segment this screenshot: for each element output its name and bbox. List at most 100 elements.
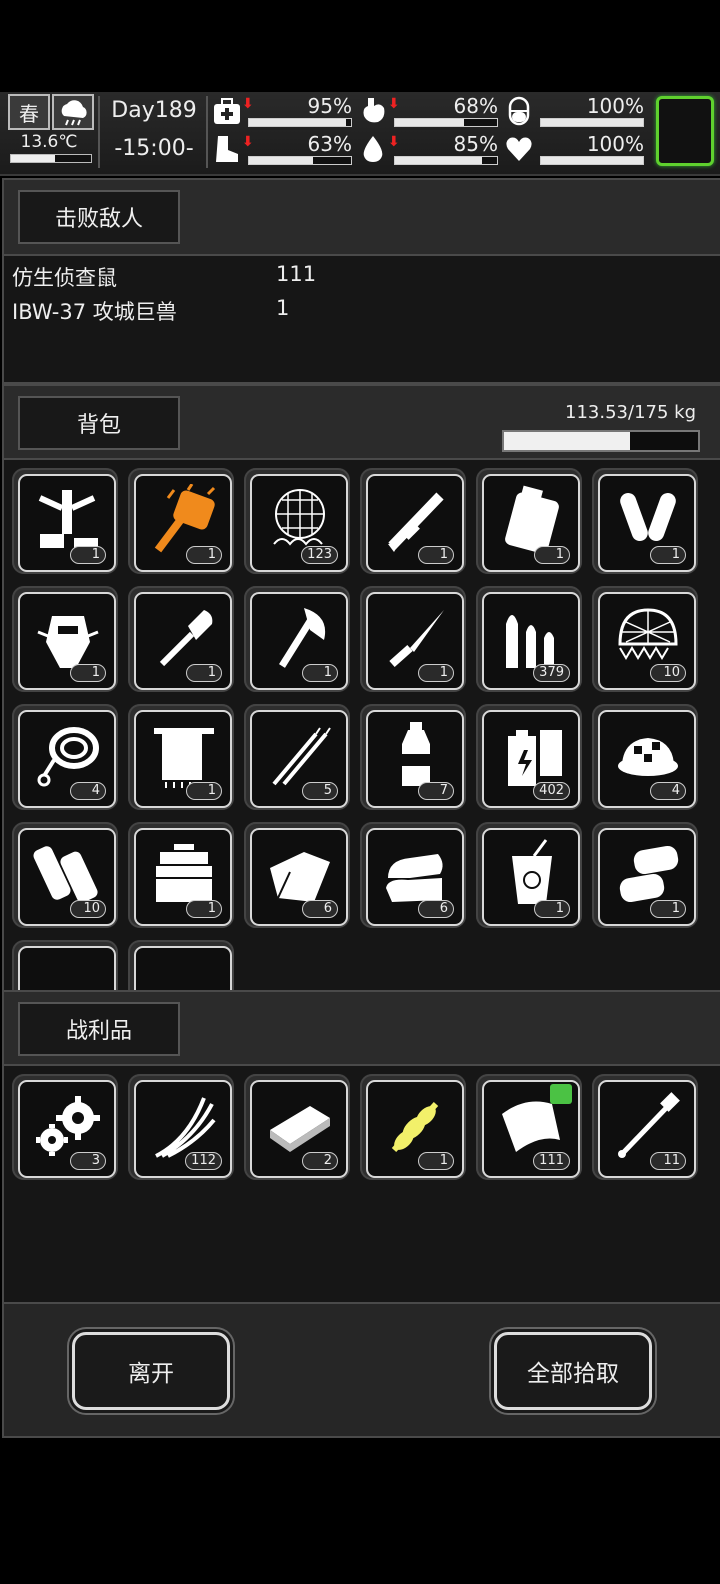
- enemy-row: 仿生侦查鼠 111: [12, 262, 316, 292]
- item-slot[interactable]: 1: [128, 704, 234, 810]
- item-count: 1: [534, 546, 570, 564]
- temperature-bar: [10, 154, 92, 163]
- item-slot[interactable]: 10: [12, 822, 118, 928]
- item-slot[interactable]: 1: [476, 468, 582, 574]
- season-indicator: 春: [8, 94, 50, 130]
- time-readout: -15:00-: [114, 136, 194, 161]
- stat-value: 100%: [586, 94, 644, 118]
- loot-panel: 3 112 2 1 111 11: [2, 1064, 720, 1304]
- divider: [206, 96, 208, 168]
- heart-icon: [504, 134, 534, 164]
- action-panel: 离开 全部拾取: [2, 1302, 720, 1438]
- stat-bar: [394, 118, 498, 127]
- beaker-icon: [148, 956, 220, 990]
- item-count: 6: [302, 900, 338, 918]
- stat-boot: ⬇ 63%: [212, 132, 352, 166]
- item-count: 5: [302, 782, 338, 800]
- item-slot[interactable]: 379: [476, 586, 582, 692]
- backpack-header: 背包 113.53/175 kg: [2, 384, 720, 460]
- loot-title: 战利品: [18, 1002, 180, 1056]
- defeated-list: 仿生侦查鼠 111 IBW-37 攻城巨兽 1: [2, 254, 720, 384]
- take-all-button[interactable]: 全部拾取: [494, 1332, 652, 1410]
- item-count: 111: [533, 1152, 570, 1170]
- item-count: 1: [534, 900, 570, 918]
- item-count: 1: [650, 900, 686, 918]
- enemy-name: 仿生侦查鼠: [12, 266, 117, 290]
- stat-bar: [394, 156, 498, 165]
- item-count: 1: [186, 546, 222, 564]
- loot-header: 战利品: [2, 990, 720, 1066]
- item-slot[interactable]: 4: [12, 704, 118, 810]
- item-slot[interactable]: 1: [12, 468, 118, 574]
- item-slot[interactable]: [128, 940, 234, 990]
- item-slot[interactable]: 7: [360, 704, 466, 810]
- item-slot[interactable]: 123: [244, 468, 350, 574]
- item-slot[interactable]: 402: [476, 704, 582, 810]
- item-slot[interactable]: 112: [128, 1074, 234, 1180]
- item-count: 4: [650, 782, 686, 800]
- stat-bar: [540, 156, 644, 165]
- enemy-count: 1: [276, 296, 290, 320]
- item-slot[interactable]: 1: [360, 468, 466, 574]
- item-count: 1: [70, 664, 106, 682]
- item-slot[interactable]: 1: [128, 822, 234, 928]
- item-slot[interactable]: 2: [244, 1074, 350, 1180]
- stat-value: 100%: [586, 132, 644, 156]
- item-slot[interactable]: 10: [592, 586, 698, 692]
- weight-readout: 113.53/175 kg: [565, 402, 696, 423]
- defeated-header: 击败敌人: [2, 178, 720, 256]
- item-slot[interactable]: 111: [476, 1074, 582, 1180]
- medkit-icon: [212, 96, 242, 126]
- item-count: 11: [650, 1152, 686, 1170]
- item-count: 112: [185, 1152, 222, 1170]
- item-count: 1: [186, 782, 222, 800]
- enemy-count: 111: [276, 262, 317, 286]
- decreasing-arrow-icon: ⬇: [242, 96, 254, 112]
- enemy-name: IBW-37 攻城巨兽: [12, 300, 177, 324]
- stat-value: 63%: [307, 132, 352, 156]
- backpack-grid-panel[interactable]: 1 1 123 1 1 1 1 1 1 1 379 10 4 1 5 7 402 4 10 1 6 6 1 1: [2, 458, 720, 992]
- item-count: 1: [650, 546, 686, 564]
- item-slot[interactable]: 1: [360, 586, 466, 692]
- item-slot[interactable]: 1: [476, 822, 582, 928]
- backpack-title: 背包: [18, 396, 180, 450]
- item-count: 10: [650, 664, 686, 682]
- item-slot[interactable]: 6: [244, 822, 350, 928]
- item-slot[interactable]: 5: [244, 704, 350, 810]
- item-slot[interactable]: 1: [592, 468, 698, 574]
- leave-button[interactable]: 离开: [72, 1332, 230, 1410]
- equipped-slot[interactable]: [656, 96, 714, 166]
- item-slot[interactable]: 1: [244, 586, 350, 692]
- item-slot[interactable]: 3: [12, 1074, 118, 1180]
- stat-stomach: ⬇ 68%: [358, 94, 498, 128]
- divider: [98, 96, 100, 168]
- item-count: 1: [418, 1152, 454, 1170]
- stat-heart: 100%: [504, 132, 644, 166]
- stat-water-drop: ⬇ 85%: [358, 132, 498, 166]
- defeated-title: 击败敌人: [18, 190, 180, 244]
- item-slot[interactable]: 1: [128, 586, 234, 692]
- item-slot[interactable]: 1: [592, 822, 698, 928]
- item-slot[interactable]: 1: [12, 586, 118, 692]
- item-slot[interactable]: 11: [592, 1074, 698, 1180]
- status-bar: 春 13.6℃ Day189 -15:00- ⬇ 95% ⬇ 68% 100% ⬇ 63% ⬇…: [0, 92, 720, 176]
- stat-value: 95%: [307, 94, 352, 118]
- season-label: 春: [19, 101, 39, 126]
- decreasing-arrow-icon: ⬇: [388, 96, 400, 112]
- item-count: 402: [533, 782, 570, 800]
- item-slot[interactable]: 6: [360, 822, 466, 928]
- pill-icon: [504, 96, 534, 126]
- stat-bar: [248, 156, 352, 165]
- item-slot[interactable]: 1: [360, 1074, 466, 1180]
- decreasing-arrow-icon: ⬇: [242, 134, 254, 150]
- stat-bar: [248, 118, 352, 127]
- item-count: 1: [302, 664, 338, 682]
- item-count: 10: [70, 900, 106, 918]
- item-slot[interactable]: [12, 940, 118, 990]
- stat-value: 68%: [453, 94, 498, 118]
- item-slot[interactable]: 4: [592, 704, 698, 810]
- item-count: 6: [418, 900, 454, 918]
- item-slot[interactable]: 1: [128, 468, 234, 574]
- item-count: 1: [186, 664, 222, 682]
- item-count: 379: [533, 664, 570, 682]
